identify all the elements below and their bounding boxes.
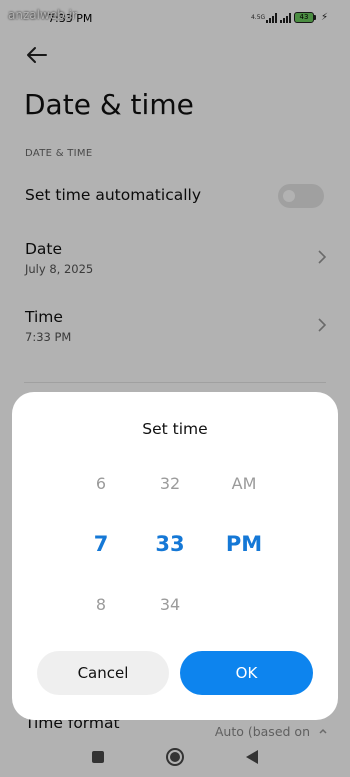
recents-button[interactable] <box>84 743 112 771</box>
period-prev[interactable]: AM <box>214 474 274 493</box>
period-selected[interactable]: PM <box>214 532 274 556</box>
triangle-back-icon <box>246 750 258 764</box>
hour-selected[interactable]: 7 <box>71 532 131 556</box>
circle-icon <box>166 748 184 766</box>
set-time-dialog: Set time 6 7 8 32 33 34 AM PM Cancel OK <box>12 392 338 720</box>
minute-prev[interactable]: 32 <box>140 474 200 493</box>
home-button[interactable] <box>161 743 189 771</box>
cancel-button[interactable]: Cancel <box>37 651 169 695</box>
back-button[interactable] <box>238 743 266 771</box>
minute-next[interactable]: 34 <box>140 595 200 614</box>
minute-selected[interactable]: 33 <box>140 532 200 556</box>
ok-button[interactable]: OK <box>180 651 313 695</box>
square-icon <box>92 751 104 763</box>
dialog-title: Set time <box>142 420 208 438</box>
hour-next[interactable]: 8 <box>71 595 131 614</box>
navigation-bar <box>0 735 350 777</box>
hour-prev[interactable]: 6 <box>71 474 131 493</box>
